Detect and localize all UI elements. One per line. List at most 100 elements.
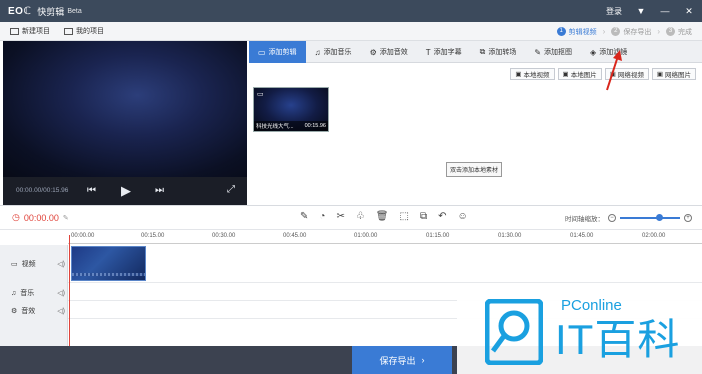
ruler-tick: 02:00.00	[642, 233, 666, 239]
new-project-button[interactable]: 新建项目	[10, 26, 50, 36]
speaker-icon[interactable]: ◁)	[57, 289, 65, 297]
zoom-slider[interactable]	[620, 214, 680, 221]
ruler-tick: 01:15.00	[426, 233, 450, 239]
minimize-icon[interactable]: —	[660, 6, 670, 16]
beta-badge: Beta	[67, 7, 82, 15]
previous-frame-icon[interactable]: ⏮	[87, 185, 96, 196]
timeline-ruler[interactable]: 00:00.00 00:15.00 00:30.00 00:45.00 01:0…	[68, 230, 702, 244]
step-export: 2 保存导出	[611, 27, 651, 37]
ruler-tick: 01:45.00	[570, 233, 594, 239]
tab-add-sound-effect[interactable]: ⚙ 添加音效	[361, 41, 417, 63]
sticker-icon[interactable]: ☺	[457, 211, 467, 222]
video-track-row[interactable]	[68, 245, 702, 283]
app-name: 快剪辑	[37, 6, 65, 17]
tab-add-transition[interactable]: ⧉ 添加转场	[471, 41, 526, 63]
delete-icon[interactable]: 🗑	[376, 211, 389, 222]
zoom-slider-knob[interactable]	[656, 214, 663, 221]
local-video-button[interactable]: ▣ 本地视频	[510, 68, 555, 80]
title-bar-controls: 登录 ▼ — ✕	[606, 0, 694, 22]
step-number: 2	[611, 27, 621, 36]
edit-icon[interactable]: ✎	[300, 211, 308, 222]
transition-icon: ⧉	[479, 47, 486, 56]
crop-icon[interactable]: ⬚	[400, 211, 409, 222]
edit-time-icon[interactable]: ✎	[63, 214, 69, 222]
my-projects-button[interactable]: 我的项目	[64, 26, 104, 36]
chevron-right-icon: ›	[657, 27, 660, 36]
undo-icon[interactable]: ↶	[438, 211, 446, 222]
next-frame-icon[interactable]: ⏭	[155, 185, 164, 196]
speed-icon[interactable]: ◔	[319, 211, 325, 222]
current-time-value: 00:00.00	[23, 212, 59, 223]
save-export-button[interactable]: 保存导出 ›	[352, 346, 452, 374]
track-label-video: ▭ 视频 ◁)	[11, 259, 65, 269]
tab-add-subtitle[interactable]: T 添加字幕	[417, 41, 471, 63]
sound-effect-icon: ⚙	[369, 47, 377, 57]
menu-bar: 新建项目 我的项目 1 剪辑视频 › 2 保存导出 › 3 完成	[0, 22, 702, 41]
step-indicator: 1 剪辑视频 › 2 保存导出 › 3 完成	[556, 22, 692, 41]
copy-icon[interactable]: ⧉	[420, 211, 427, 222]
down-triangle-icon[interactable]: ▼	[636, 6, 646, 16]
zoom-out-icon[interactable]: −	[608, 214, 616, 222]
track-name: 音效	[21, 308, 36, 315]
new-project-label: 新建项目	[22, 28, 50, 35]
ruler-tick: 01:00.00	[354, 233, 378, 239]
tab-add-cutout[interactable]: ✎ 添加抠图	[525, 41, 581, 63]
red-arrow-annotation	[606, 50, 622, 91]
ruler-tick: 00:00.00	[71, 233, 95, 239]
online-image-button[interactable]: ▣ 网络图片	[651, 68, 696, 80]
media-clip-thumbnail[interactable]: ▭ 科技光线大气... 00:15.96	[253, 87, 329, 132]
filter-icon: ◈	[590, 47, 597, 57]
step-edit: 1 剪辑视频	[556, 27, 597, 37]
clock-icon: ◷	[12, 212, 20, 222]
ruler-tick: 00:15.00	[141, 233, 165, 239]
speaker-icon[interactable]: ◁)	[57, 307, 65, 315]
timeline-tools: ✎ ◔ ✂ ♧ 🗑 ⬚ ⧉ ↶ ☺	[300, 211, 468, 222]
clip-caption: 科技光线大气... 00:15.96	[254, 121, 328, 131]
video-preview: 00:00.00/00:15.96 ⏮ ▶ ⏭ ⤢	[3, 41, 247, 205]
ruler-tick: 00:45.00	[283, 233, 307, 239]
image-icon: ▣	[656, 71, 663, 78]
marker-icon[interactable]: ♧	[356, 211, 365, 222]
my-projects-label: 我的项目	[76, 28, 104, 35]
track-name: 音乐	[20, 290, 35, 297]
image-icon: ▣	[562, 71, 569, 78]
title-bar: EOℂ 快剪辑 Beta 登录 ▼ — ✕	[0, 0, 702, 22]
app-window: EOℂ 快剪辑 Beta 登录 ▼ — ✕ 新建项目 我的项目 1 剪辑视频 ›…	[0, 0, 702, 374]
folder-icon	[64, 27, 73, 35]
music-icon: ♫	[314, 47, 321, 57]
local-image-button[interactable]: ▣ 本地图片	[557, 68, 602, 80]
video-camera-icon: ▭	[257, 91, 264, 98]
tab-add-clip[interactable]: ▭ 添加剪辑	[249, 41, 306, 63]
login-link[interactable]: 登录	[606, 6, 622, 17]
chevron-right-icon: ›	[602, 27, 606, 36]
cut-icon[interactable]: ✂	[336, 211, 344, 222]
watermark-logo-icon	[485, 299, 543, 365]
video-track-icon: ▭	[11, 261, 18, 268]
fullscreen-icon[interactable]: ⤢	[227, 184, 235, 195]
tab-label: 添加剪辑	[268, 49, 297, 56]
zoom-in-icon[interactable]: +	[684, 214, 692, 222]
music-note-icon: ♫	[11, 289, 17, 297]
tab-label: 添加音效	[379, 49, 408, 56]
audio-waveform	[72, 273, 145, 276]
play-icon[interactable]: ▶	[121, 183, 131, 199]
speaker-icon[interactable]: ◁)	[57, 260, 65, 268]
button-label: 网络图片	[665, 72, 691, 79]
track-label-sound-effect: ⚙ 音效 ◁)	[11, 306, 65, 316]
clip-title: 科技光线大气...	[256, 124, 294, 130]
tab-label: 添加转场	[488, 49, 517, 56]
step-number: 3	[666, 27, 675, 36]
sound-effect-icon: ⚙	[11, 308, 18, 315]
button-label: 本地视频	[523, 72, 550, 79]
timeline-video-clip[interactable]	[71, 246, 146, 281]
clip-duration: 00:15.96	[304, 123, 326, 129]
step-label: 保存导出	[623, 28, 652, 36]
close-icon[interactable]: ✕	[684, 6, 694, 16]
preview-screen[interactable]	[3, 41, 247, 177]
tab-add-music[interactable]: ♫ 添加音乐	[306, 41, 361, 63]
ruler-tick: 00:30.00	[212, 233, 236, 239]
preview-time: 00:00.00/00:15.96	[16, 187, 69, 194]
cutout-icon: ✎	[534, 47, 542, 57]
video-icon: ▭	[258, 47, 266, 57]
playhead[interactable]	[69, 235, 70, 346]
